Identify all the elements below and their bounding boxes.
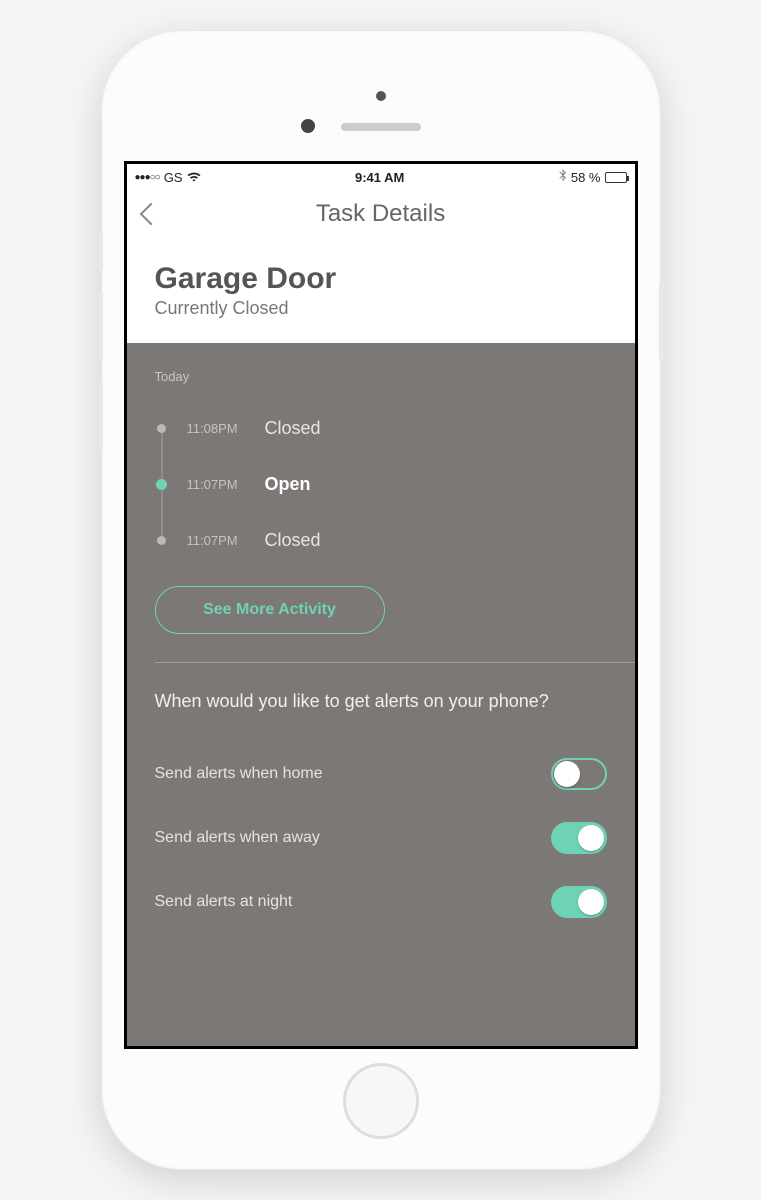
alert-label: Send alerts at night (155, 893, 293, 911)
activity-day-label: Today (155, 369, 607, 384)
alerts-question: When would you like to get alerts on you… (155, 689, 607, 714)
device-status: Currently Closed (155, 298, 607, 319)
alert-label: Send alerts when away (155, 829, 320, 847)
wifi-icon (187, 170, 201, 185)
alert-toggle-home[interactable] (551, 758, 607, 790)
back-icon[interactable] (139, 203, 162, 226)
timeline-event: 11:07PM Open (155, 456, 607, 512)
timeline-time: 11:08PM (187, 421, 247, 436)
bluetooth-icon (559, 169, 567, 185)
battery-pct: 58 % (571, 170, 601, 185)
nav-header: Task Details (127, 190, 635, 232)
screen: ●●●○○ GS 9:41 AM 58 % Task Details Gara (124, 161, 638, 1049)
status-time: 9:41 AM (201, 170, 559, 185)
carrier-label: GS (164, 170, 183, 185)
timeline-dot-icon (157, 424, 166, 433)
timeline-state: Closed (265, 418, 321, 439)
timeline-dot-icon (156, 479, 167, 490)
timeline-time: 11:07PM (187, 533, 247, 548)
timeline-state: Open (265, 474, 311, 495)
see-more-activity-button[interactable]: See More Activity (155, 586, 385, 634)
alert-row-night: Send alerts at night (155, 870, 607, 934)
signal-dots: ●●●○○ (135, 172, 160, 183)
timeline-state: Closed (265, 530, 321, 551)
alert-row-home: Send alerts when home (155, 742, 607, 806)
device-header: Garage Door Currently Closed (127, 232, 635, 343)
divider (155, 662, 635, 663)
timeline-dot-icon (157, 536, 166, 545)
alert-toggle-away[interactable] (551, 822, 607, 854)
phone-mockup: ●●●○○ GS 9:41 AM 58 % Task Details Gara (101, 30, 661, 1170)
details-body: Today 11:08PM Closed 11:07PM Open 11:07P… (127, 343, 635, 1046)
page-title: Task Details (127, 200, 635, 228)
timeline-event: 11:08PM Closed (155, 400, 607, 456)
timeline-time: 11:07PM (187, 477, 247, 492)
home-button[interactable] (343, 1063, 419, 1139)
alert-row-away: Send alerts when away (155, 806, 607, 870)
timeline-event: 11:07PM Closed (155, 512, 607, 568)
alert-toggle-night[interactable] (551, 886, 607, 918)
activity-timeline: 11:08PM Closed 11:07PM Open 11:07PM Clos… (155, 400, 607, 568)
alert-label: Send alerts when home (155, 765, 323, 783)
device-name: Garage Door (155, 262, 607, 296)
battery-icon (605, 172, 627, 183)
status-bar: ●●●○○ GS 9:41 AM 58 % (127, 164, 635, 190)
